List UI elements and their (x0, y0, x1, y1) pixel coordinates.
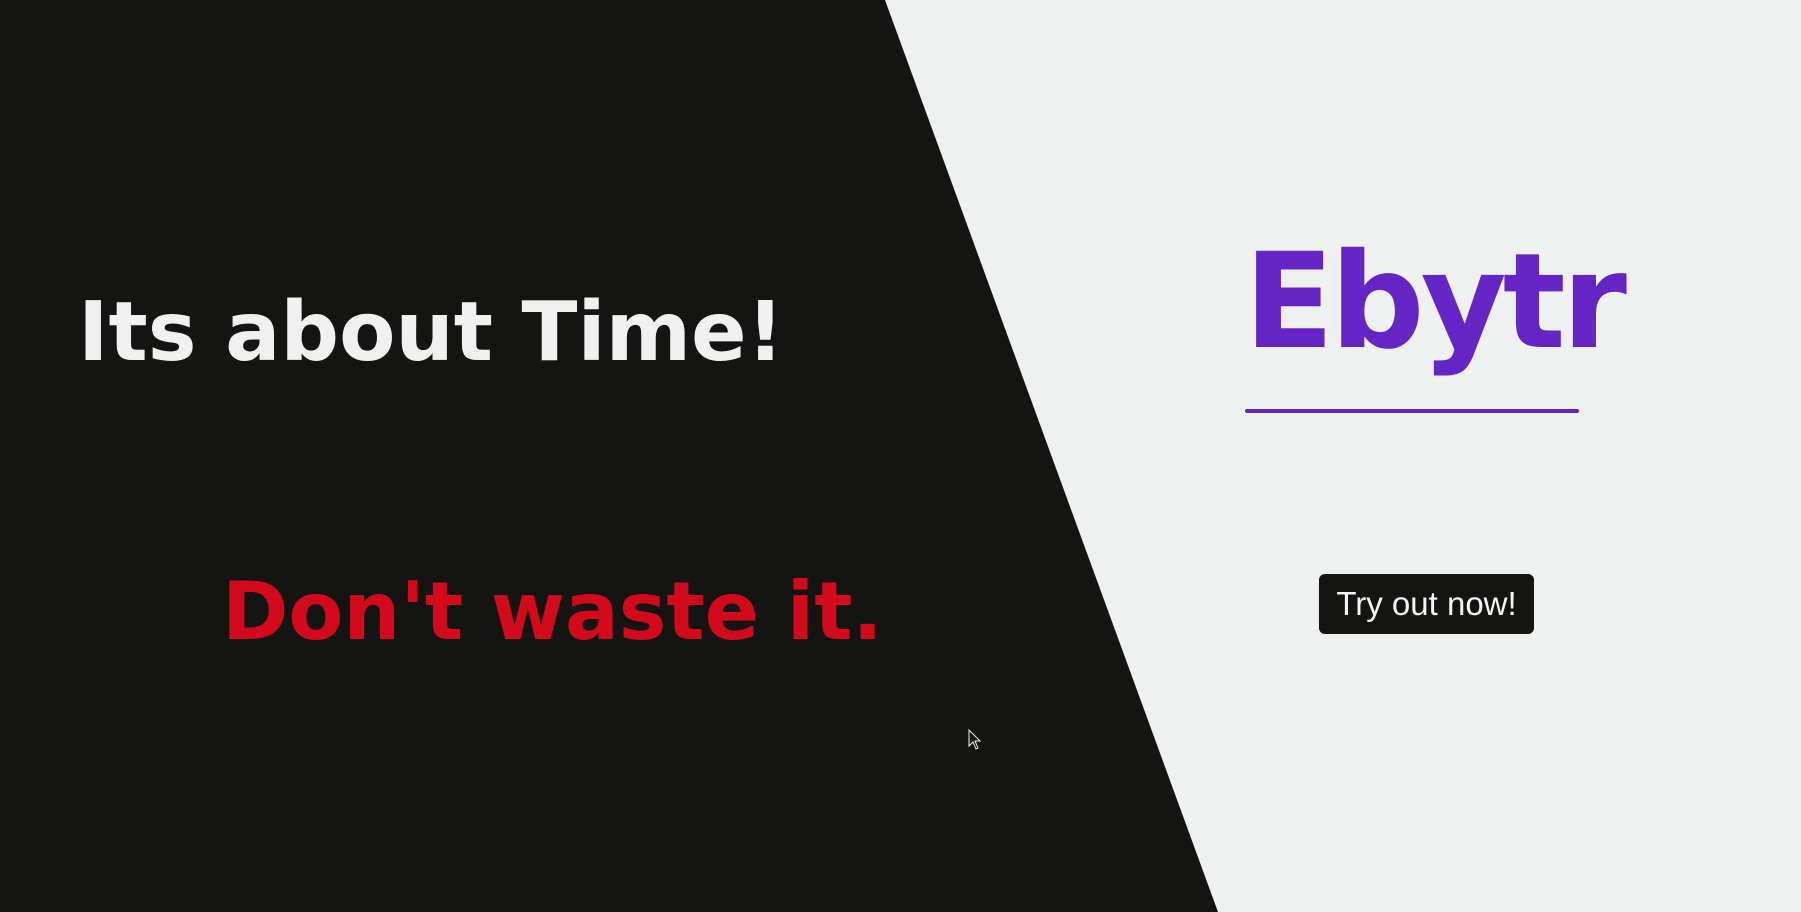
mouse-pointer-icon (968, 729, 982, 750)
hero-tagline: Don't waste it. (222, 565, 883, 658)
try-out-now-button[interactable]: Try out now! (1319, 574, 1534, 634)
dark-diagonal-panel (0, 0, 1218, 912)
landing-page: Its about Time! Don't waste it. Ebytr Tr… (0, 0, 1801, 912)
hero-headline: Its about Time! (78, 285, 785, 380)
brand-underline (1245, 409, 1579, 413)
brand-logo-text: Ebytr (1244, 225, 1627, 379)
